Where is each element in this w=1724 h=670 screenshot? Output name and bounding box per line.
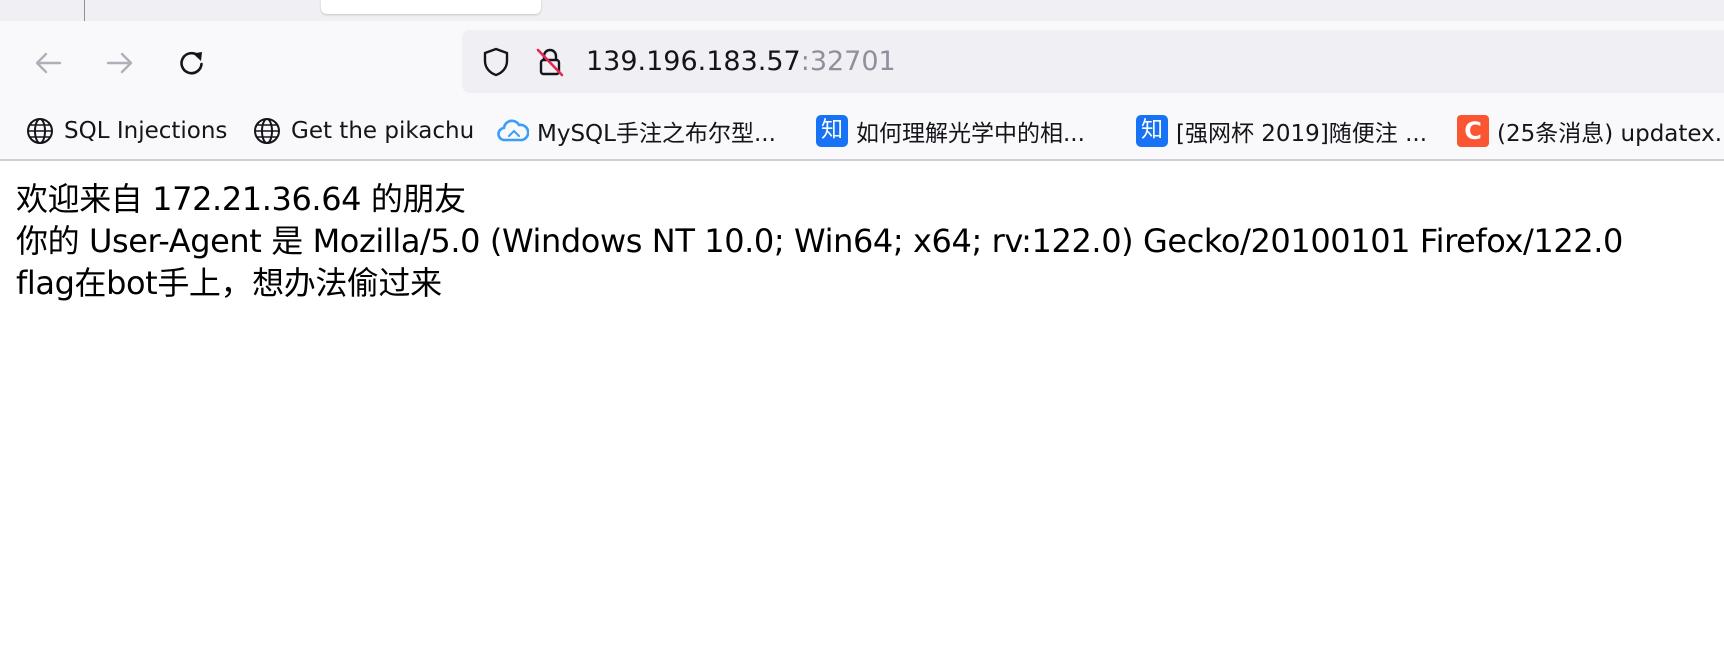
bookmark-mysql[interactable]: MySQL手注之布尔型...	[497, 112, 776, 150]
navigation-toolbar: 139.196.183.57:32701	[0, 21, 1724, 102]
user-agent-line: 你的 User-Agent 是 Mozilla/5.0 (Windows NT …	[16, 222, 1623, 260]
reload-icon	[180, 51, 203, 75]
bookmarks-toolbar: SQL Injections Get the pikachu MySQL手注之布…	[0, 102, 1724, 161]
active-tab[interactable]	[321, 0, 541, 14]
reload-button[interactable]	[170, 41, 214, 85]
bookmark-csdn-updatexml[interactable]: C (25条消息) updatex...	[1457, 112, 1724, 150]
tab-strip	[0, 0, 1724, 21]
bookmark-label: MySQL手注之布尔型...	[537, 121, 776, 147]
forward-button[interactable]	[98, 41, 142, 85]
csdn-icon: C	[1457, 115, 1489, 147]
bookmark-label: Get the pikachu	[291, 118, 475, 144]
url-text[interactable]: 139.196.183.57:32701	[586, 30, 896, 93]
globe-icon	[251, 115, 283, 147]
arrow-right-icon	[106, 52, 133, 74]
lock-strikethrough-icon[interactable]	[534, 46, 566, 78]
arrow-left-icon	[35, 52, 62, 74]
address-bar[interactable]: 139.196.183.57:32701	[462, 30, 1724, 93]
cloud-icon	[497, 115, 529, 147]
bookmark-label: SQL Injections	[64, 118, 228, 144]
back-button[interactable]	[26, 41, 70, 85]
zhihu-icon: 知	[816, 115, 848, 147]
zhihu-icon: 知	[1136, 115, 1168, 147]
bookmark-get-the-pikachu[interactable]: Get the pikachu	[251, 112, 474, 150]
globe-icon	[24, 115, 56, 147]
flag-hint-line: flag在bot手上，想办法偷过来	[16, 264, 442, 302]
tab-separator	[84, 0, 85, 21]
page-content: 欢迎来自 172.21.36.64 的朋友 你的 User-Agent 是 Mo…	[16, 178, 1716, 304]
bookmark-zhihu-optics[interactable]: 知 如何理解光学中的相...	[816, 112, 1085, 150]
browser-window: 139.196.183.57:32701 SQL Injections Get …	[0, 0, 1724, 670]
bookmark-label: 如何理解光学中的相...	[856, 121, 1085, 147]
bookmark-zhihu-qwb[interactable]: 知 [强网杯 2019]随便注 ...	[1136, 112, 1427, 150]
bookmark-label: (25条消息) updatex...	[1497, 121, 1724, 147]
url-host: 139.196.183.57	[586, 46, 801, 77]
shield-icon[interactable]	[480, 46, 512, 78]
bookmark-label: [强网杯 2019]随便注 ...	[1176, 121, 1428, 147]
bookmark-sql-injections[interactable]: SQL Injections	[24, 112, 227, 150]
url-port: :32701	[800, 46, 896, 77]
welcome-line: 欢迎来自 172.21.36.64 的朋友	[16, 180, 466, 218]
